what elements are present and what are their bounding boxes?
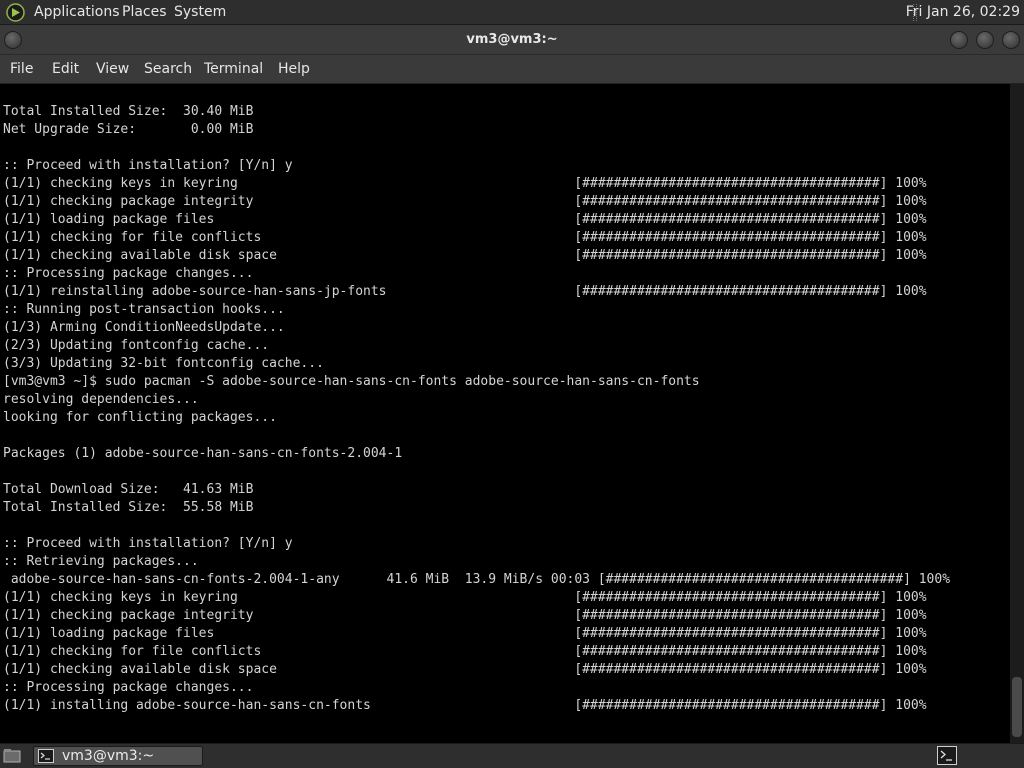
terminal-line: (1/1) checking package integrity [######… [3, 608, 927, 623]
bottom-panel: vm3@vm3:~ [0, 743, 1024, 768]
window-titlebar[interactable]: vm3@vm3:~ [0, 25, 1024, 55]
minimize-button[interactable] [950, 31, 968, 49]
terminal-line: (2/3) Updating fontconfig cache... [3, 338, 270, 353]
system-menu[interactable]: System [174, 4, 226, 20]
terminal-line: Packages (1) adobe-source-han-sans-cn-fo… [3, 446, 403, 461]
terminal-line: (3/3) Updating 32-bit fontconfig cache..… [3, 356, 324, 371]
terminal-line: :: Processing package changes... [3, 680, 254, 695]
terminal-line: [vm3@vm3 ~]$ sudo pacman -S adobe-source… [3, 374, 700, 389]
menu-help[interactable]: Help [278, 61, 310, 77]
menu-search[interactable]: Search [144, 61, 192, 77]
terminal-line: looking for conflicting packages... [3, 410, 277, 425]
menu-view[interactable]: View [96, 61, 129, 77]
terminal-line: (1/1) checking available disk space [###… [3, 662, 927, 677]
terminal-output[interactable]: Total Installed Size: 30.40 MiB Net Upgra… [0, 84, 1010, 743]
menu-bar: File Edit View Search Terminal Help [0, 55, 1024, 84]
applications-menu-icon[interactable] [6, 3, 25, 22]
terminal-line: (1/1) checking package integrity [######… [3, 194, 927, 209]
terminal-line: (1/1) loading package files [###########… [3, 626, 927, 641]
terminal-line: Total Installed Size: 55.58 MiB [3, 500, 254, 515]
terminal-line: :: Proceed with installation? [Y/n] y [3, 158, 293, 173]
terminal-line: (1/1) checking keys in keyring [########… [3, 176, 927, 191]
places-menu[interactable]: Places [122, 4, 167, 20]
scrollbar-thumb[interactable] [1012, 677, 1022, 737]
taskbar-terminal-label: vm3@vm3:~ [62, 748, 155, 764]
tray-terminal-icon[interactable] [937, 746, 957, 765]
terminal-line: (1/3) Arming ConditionNeedsUpdate... [3, 320, 285, 335]
menu-edit[interactable]: Edit [52, 61, 79, 77]
close-button[interactable] [1002, 31, 1020, 49]
terminal-line: (1/1) checking available disk space [###… [3, 248, 927, 263]
applications-menu[interactable]: Applications [34, 4, 120, 20]
terminal-line: (1/1) reinstalling adobe-source-han-sans… [3, 284, 927, 299]
terminal-line: :: Retrieving packages... [3, 554, 199, 569]
terminal-line: Net Upgrade Size: 0.00 MiB [3, 122, 254, 137]
menu-terminal[interactable]: Terminal [204, 61, 263, 77]
terminal-line: :: Processing package changes... [3, 266, 254, 281]
show-desktop-icon[interactable] [3, 748, 21, 764]
terminal-line: :: Running post-transaction hooks... [3, 302, 285, 317]
terminal-line: (1/1) checking keys in keyring [########… [3, 590, 927, 605]
terminal-line: (1/1) checking for file conflicts [#####… [3, 230, 927, 245]
terminal-scrollbar[interactable] [1010, 84, 1024, 743]
terminal-line: :: Proceed with installation? [Y/n] y [3, 536, 293, 551]
terminal-lines: Total Installed Size: 30.40 MiB Net Upgra… [3, 103, 950, 715]
terminal-line: resolving dependencies... [3, 392, 199, 407]
terminal-icon [38, 749, 54, 763]
top-panel: Applications Places System Fri Jan 26, 0… [0, 0, 1024, 25]
terminal-line: adobe-source-han-sans-cn-fonts-2.004-1-a… [3, 572, 951, 587]
taskbar-terminal-button[interactable]: vm3@vm3:~ [33, 746, 203, 766]
menu-file[interactable]: File [10, 61, 33, 77]
terminal-line: Total Installed Size: 30.40 MiB [3, 104, 254, 119]
terminal-line: Total Download Size: 41.63 MiB [3, 482, 254, 497]
clock[interactable]: Fri Jan 26, 02:29 [906, 4, 1020, 20]
terminal-line: (1/1) checking for file conflicts [#####… [3, 644, 927, 659]
terminal-line: (1/1) installing adobe-source-han-sans-c… [3, 698, 927, 713]
terminal-line: (1/1) loading package files [###########… [3, 212, 927, 227]
window-title: vm3@vm3:~ [466, 32, 558, 47]
maximize-button[interactable] [976, 31, 994, 49]
